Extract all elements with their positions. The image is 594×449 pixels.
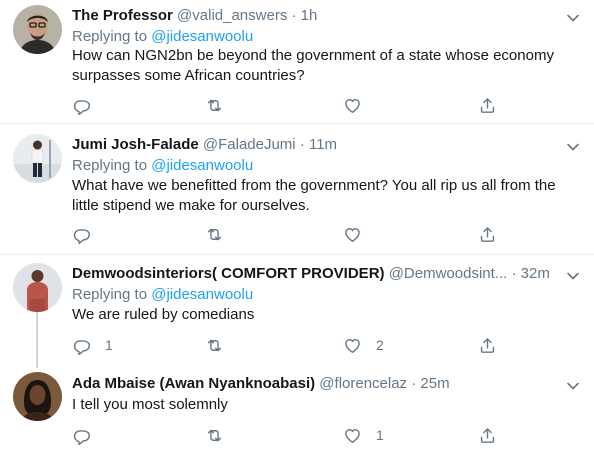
tweet-text: I tell you most solemnly [72,395,572,415]
reply-button[interactable] [72,95,105,115]
replying-to: Replying to @jidesanwoolu [72,286,253,304]
retweet-button[interactable] [205,425,238,445]
tweet-header: Demwoodsinteriors( COMFORT PROVIDER) @De… [72,265,550,283]
user-handle[interactable]: @FaladeJumi [203,136,296,153]
tweet-text-line: little stipend we make for ourselves. [72,197,310,214]
tweet-actions [72,95,512,115]
reply-icon [72,225,91,244]
avatar[interactable] [13,263,62,312]
tweet-text: What have we benefitted from the governm… [72,176,572,216]
user-handle[interactable]: @valid_answers [177,7,287,24]
tweet-text-line: We are ruled by comedians [72,306,255,323]
tweet-header: The Professor @valid_answers · 1h [72,7,317,25]
mention-link[interactable]: @jidesanwoolu [151,286,253,303]
share-button[interactable] [478,224,497,244]
heart-icon [343,426,362,445]
avatar[interactable] [13,134,62,183]
share-icon [478,225,497,244]
retweet-button[interactable] [205,224,238,244]
retweet-icon [205,426,224,445]
tweet[interactable]: Jumi Josh-Falade @FaladeJumi · 11m Reply… [0,124,594,254]
share-icon [478,336,497,355]
retweet-icon [205,336,224,355]
heart-icon [343,336,362,355]
tweet-text-line: How can NGN2bn be beyond the government … [72,47,554,64]
tweet[interactable]: Ada Mbaise (Awan Nyanknoabasi) @florence… [0,363,594,449]
share-button[interactable] [478,335,497,355]
tweet-text-line: What have we benefitted from the governm… [72,177,556,194]
tweet-header: Ada Mbaise (Awan Nyanknoabasi) @florence… [72,375,450,393]
reply-count: 1 [105,337,113,353]
separator-dot: · [411,375,417,392]
reply-button[interactable]: 1 [72,335,113,355]
tweet-text: We are ruled by comedians [72,305,572,325]
retweet-button[interactable] [205,335,238,355]
replying-to-label: Replying to [72,28,152,45]
like-count: 2 [376,337,384,353]
like-button[interactable]: 1 [343,425,384,445]
mention-link[interactable]: @jidesanwoolu [151,28,253,45]
chevron-down-icon[interactable] [566,139,580,149]
tweet-actions [72,224,512,244]
retweet-button[interactable] [205,95,238,115]
display-name[interactable]: The Professor [72,7,173,24]
reply-icon [72,96,91,115]
tweet[interactable]: Demwoodsinteriors( COMFORT PROVIDER) @De… [0,255,594,363]
tweet-text-line: I tell you most solemnly [72,396,228,413]
user-handle[interactable]: @florencelaz [319,375,407,392]
replying-to-label: Replying to [72,157,152,174]
timestamp[interactable]: 25m [420,375,449,392]
share-button[interactable] [478,95,497,115]
display-name[interactable]: Demwoodsinteriors( COMFORT PROVIDER) [72,265,385,282]
display-name[interactable]: Jumi Josh-Falade [72,136,199,153]
mention-link[interactable]: @jidesanwoolu [151,157,253,174]
share-icon [478,426,497,445]
tweet-text-line: surpasses some African countries? [72,67,305,84]
heart-icon [343,96,362,115]
share-button[interactable] [478,425,497,445]
tweet-actions: 1 2 [72,335,512,355]
like-button[interactable]: 2 [343,335,384,355]
separator-dot: · [291,7,297,24]
reply-icon [72,426,91,445]
reply-button[interactable] [72,425,105,445]
share-icon [478,96,497,115]
tweet-text: How can NGN2bn be beyond the government … [72,46,572,86]
replying-to-label: Replying to [72,286,152,303]
replying-to: Replying to @jidesanwoolu [72,28,253,46]
timestamp[interactable]: 32m [521,265,550,282]
tweet-actions: 1 [72,425,512,445]
retweet-icon [205,225,224,244]
chevron-down-icon[interactable] [566,10,580,20]
avatar[interactable] [13,372,62,421]
heart-icon [343,225,362,244]
reply-button[interactable] [72,224,105,244]
chevron-down-icon[interactable] [566,268,580,278]
like-button[interactable] [343,224,376,244]
like-count: 1 [376,427,384,443]
tweet-header: Jumi Josh-Falade @FaladeJumi · 11m [72,136,337,154]
chevron-down-icon[interactable] [566,378,580,388]
replying-to: Replying to @jidesanwoolu [72,157,253,175]
separator-dot: · [511,265,517,282]
retweet-icon [205,96,224,115]
display-name[interactable]: Ada Mbaise (Awan Nyanknoabasi) [72,375,315,392]
like-button[interactable] [343,95,376,115]
timestamp[interactable]: 11m [309,136,337,153]
timestamp[interactable]: 1h [301,7,318,24]
avatar[interactable] [13,5,62,54]
user-handle[interactable]: @Demwoodsint... [389,265,508,282]
reply-icon [72,336,91,355]
tweet[interactable]: The Professor @valid_answers · 1h Replyi… [0,0,594,123]
separator-dot: · [299,136,305,153]
